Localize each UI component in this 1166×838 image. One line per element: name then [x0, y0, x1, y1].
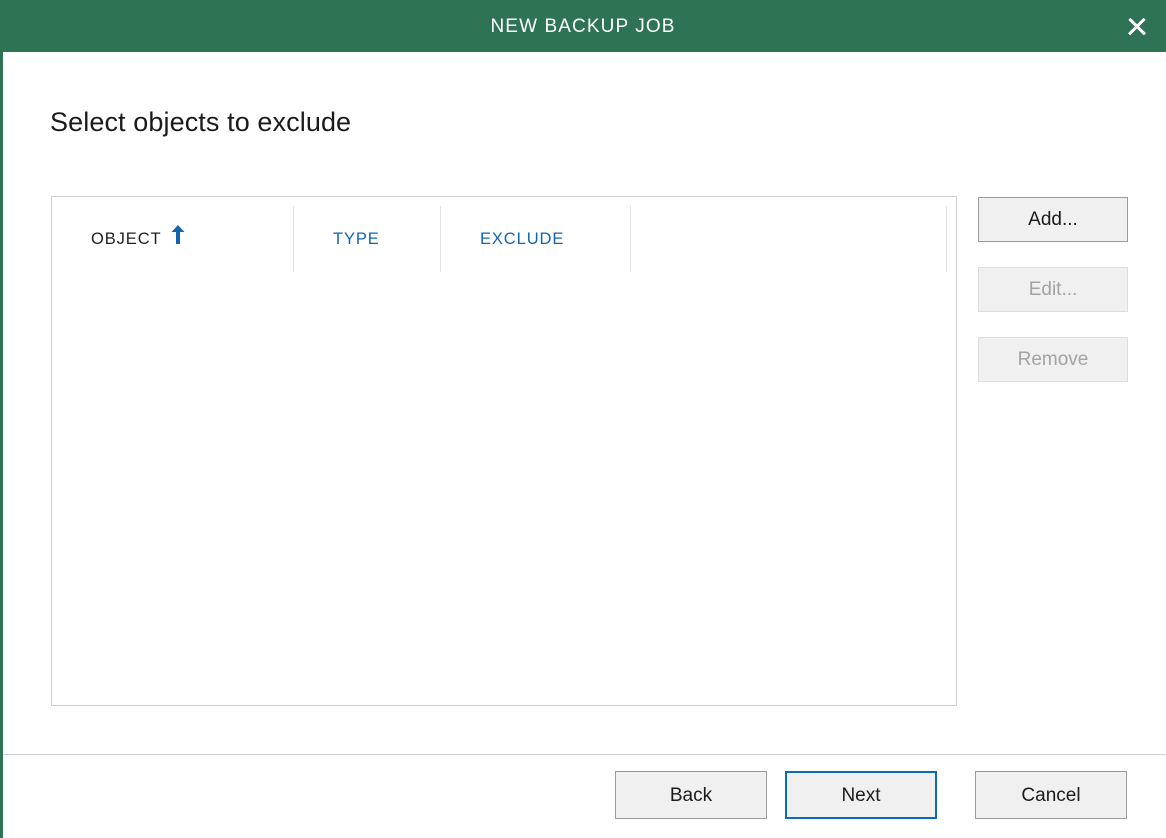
- column-header-exclude[interactable]: EXCLUDE: [441, 197, 630, 281]
- dialog-titlebar: NEW BACKUP JOB: [0, 0, 1166, 52]
- page-title: Select objects to exclude: [50, 107, 352, 137]
- cancel-button[interactable]: Cancel: [975, 771, 1127, 819]
- column-header-object-label: OBJECT: [91, 229, 162, 248]
- close-icon: [1125, 14, 1149, 38]
- table-actions: Add... Edit... Remove: [978, 197, 1128, 382]
- back-button[interactable]: Back: [615, 771, 767, 819]
- column-divider[interactable]: [293, 206, 294, 272]
- table-header-row: OBJECT TYPE EXCLUDE: [52, 197, 956, 281]
- column-header-blank[interactable]: [631, 197, 947, 281]
- column-header-exclude-label: EXCLUDE: [480, 229, 565, 248]
- footer-actions: Back Next Cancel: [3, 771, 1166, 831]
- table-body[interactable]: [52, 281, 956, 705]
- column-header-type-label: TYPE: [333, 229, 380, 248]
- column-divider[interactable]: [440, 206, 441, 272]
- next-button[interactable]: Next: [785, 771, 937, 819]
- add-button[interactable]: Add...: [978, 197, 1128, 242]
- close-button[interactable]: [1108, 0, 1166, 52]
- new-backup-job-dialog: NEW BACKUP JOB Select objects to exclude…: [0, 0, 1166, 838]
- column-header-type[interactable]: TYPE: [294, 197, 440, 281]
- dialog-title: NEW BACKUP JOB: [490, 15, 676, 37]
- edit-button: Edit...: [978, 267, 1128, 312]
- exclusions-table: OBJECT TYPE EXCLUDE: [51, 196, 957, 706]
- column-divider[interactable]: [630, 206, 631, 272]
- sort-arrow-up-icon: [171, 225, 185, 249]
- column-divider[interactable]: [946, 206, 947, 272]
- column-header-object[interactable]: OBJECT: [52, 197, 293, 281]
- footer-separator: [3, 754, 1166, 755]
- remove-button: Remove: [978, 337, 1128, 382]
- dialog-body: Select objects to exclude OBJECT TYPE EX…: [0, 52, 1166, 838]
